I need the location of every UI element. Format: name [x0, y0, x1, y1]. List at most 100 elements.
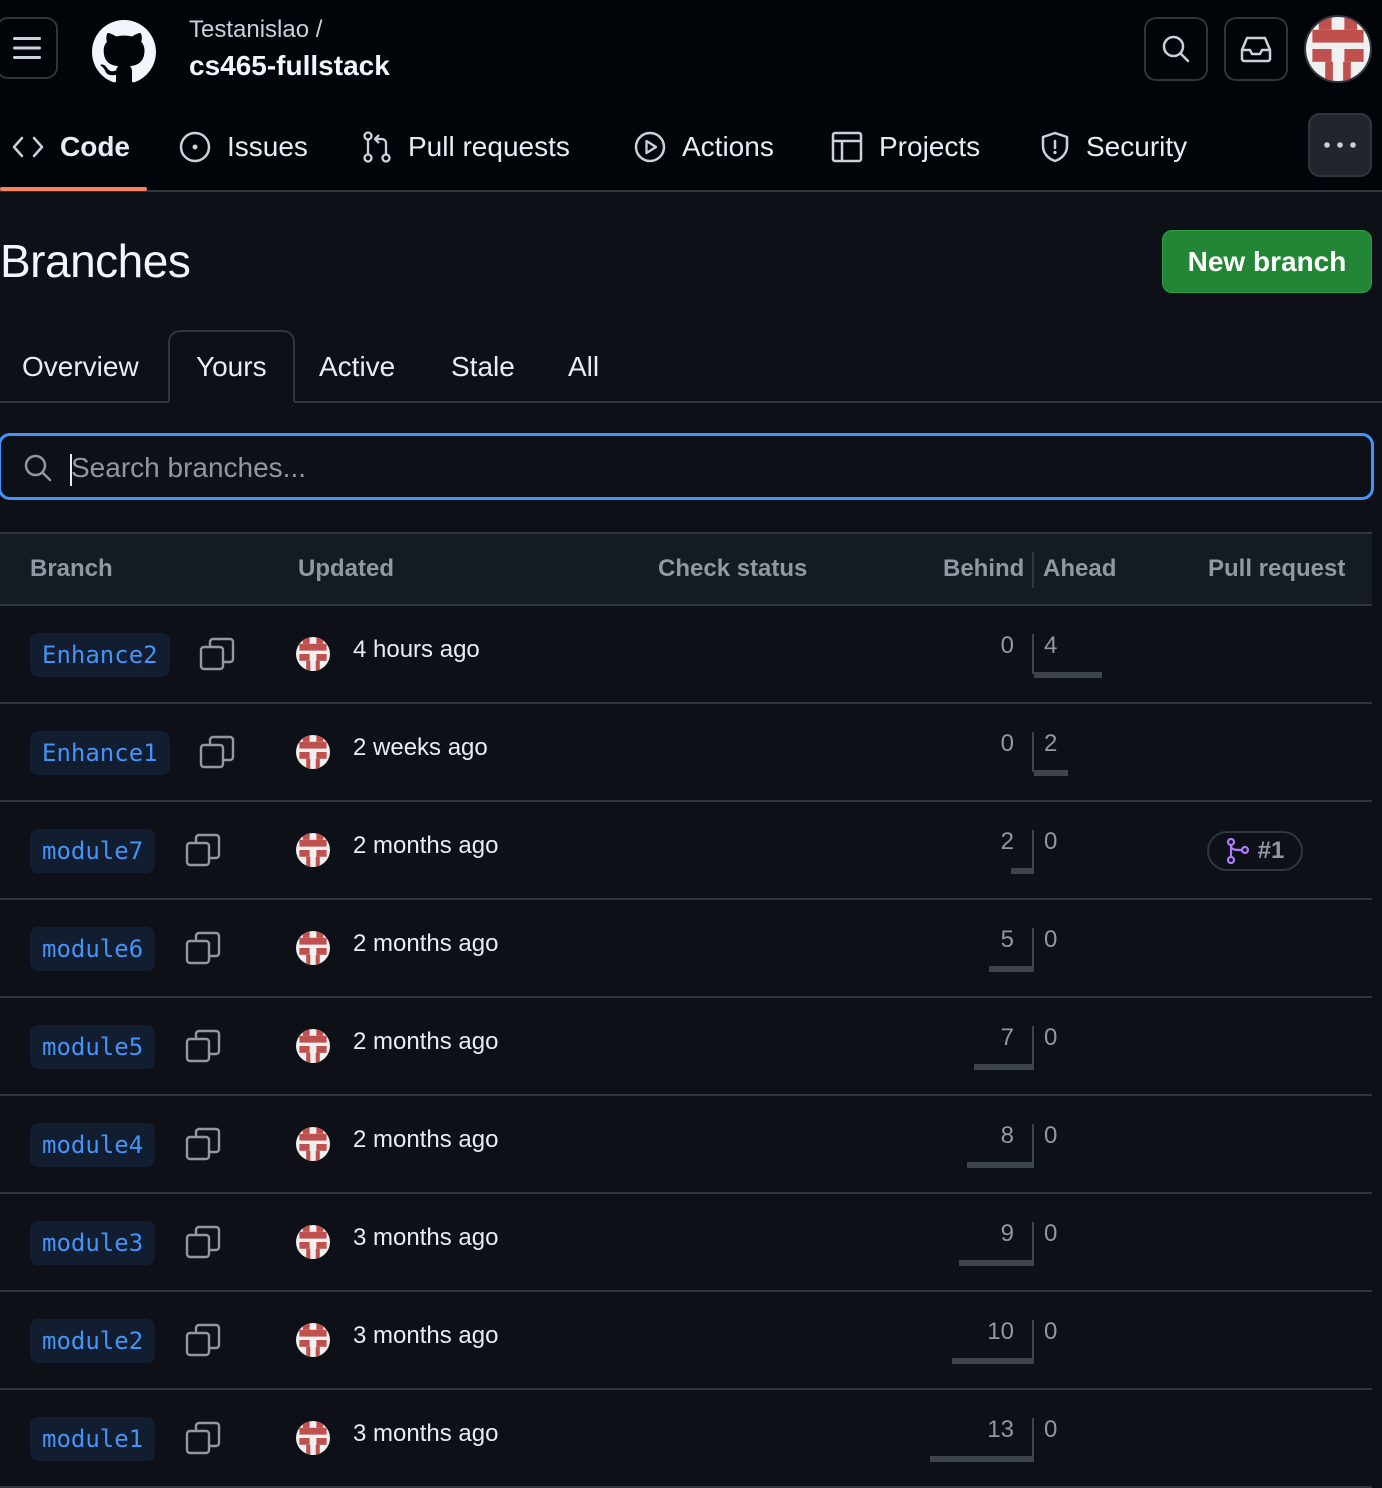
copy-icon[interactable]: [199, 735, 235, 771]
behind-count: 13: [987, 1416, 1014, 1443]
ahead-bar: [1034, 770, 1068, 776]
updated-time: 2 months ago: [353, 832, 499, 859]
ahead-count: 0: [1044, 1024, 1058, 1051]
tab-overview[interactable]: Overview: [0, 330, 165, 403]
avatar[interactable]: [296, 1225, 330, 1259]
inbox-button[interactable]: [1224, 17, 1288, 81]
ahead-count: 0: [1044, 1122, 1058, 1149]
avatar[interactable]: [296, 1421, 330, 1455]
table-row: module6 2 months ago 5 0: [0, 900, 1372, 998]
column-header-pull-request: Pull request: [1208, 555, 1346, 582]
updated-time: 2 weeks ago: [353, 734, 488, 761]
tab-yours[interactable]: Yours: [168, 330, 295, 403]
ahead-count: 0: [1044, 828, 1058, 855]
github-logo-icon[interactable]: [92, 20, 156, 84]
copy-icon[interactable]: [199, 637, 235, 673]
branches-table: Branch Updated Check status Behind Ahead…: [0, 532, 1372, 1488]
copy-icon[interactable]: [185, 1323, 221, 1359]
behind-count: 2: [1000, 828, 1014, 855]
branch-name-link[interactable]: module2: [30, 1319, 156, 1363]
tab-actions[interactable]: Actions: [634, 112, 774, 182]
tab-projects-label: Projects: [879, 131, 981, 162]
ahead-count: 0: [1044, 1318, 1058, 1345]
behind-ahead-divider: [1032, 1418, 1034, 1458]
tab-pull-requests[interactable]: Pull requests: [362, 112, 570, 182]
menu-button[interactable]: [0, 17, 58, 79]
branch-name-link[interactable]: module7: [30, 829, 156, 873]
behind-bar: [952, 1358, 1034, 1364]
branch-name-link[interactable]: module5: [30, 1025, 156, 1069]
repo-owner-link[interactable]: Testanislao /: [189, 16, 322, 44]
copy-icon[interactable]: [185, 833, 221, 869]
branch-name-link[interactable]: module3: [30, 1221, 156, 1265]
repo-nav: Code Issues Pull requests Actions Projec…: [0, 112, 1382, 192]
behind-bar: [930, 1456, 1034, 1462]
avatar[interactable]: [296, 1127, 330, 1161]
tab-actions-label: Actions: [682, 131, 774, 162]
tab-all[interactable]: All: [542, 330, 625, 403]
table-row: module5 2 months ago 7 0: [0, 998, 1372, 1096]
ahead-count: 0: [1044, 1220, 1058, 1247]
more-nav-button[interactable]: [1308, 113, 1372, 177]
new-branch-button[interactable]: New branch: [1162, 230, 1372, 293]
active-tab-underline: [0, 187, 147, 191]
git-pull-request-icon: [1226, 838, 1250, 864]
behind-ahead-divider: [1032, 1320, 1034, 1360]
git-pull-request-icon: [363, 131, 391, 163]
branch-name-link[interactable]: module4: [30, 1123, 156, 1167]
branch-name-link[interactable]: Enhance2: [30, 633, 170, 677]
tab-projects[interactable]: Projects: [831, 112, 980, 182]
behind-count: 10: [987, 1318, 1014, 1345]
copy-icon[interactable]: [185, 931, 221, 967]
text-caret: [70, 454, 72, 486]
column-header-ahead: Ahead: [1043, 555, 1117, 582]
tab-issues[interactable]: Issues: [179, 112, 308, 182]
behind-count: 5: [1000, 926, 1014, 953]
avatar[interactable]: [296, 931, 330, 965]
tab-code[interactable]: Code: [12, 112, 130, 182]
avatar[interactable]: [296, 1323, 330, 1357]
ahead-count: 4: [1044, 632, 1058, 659]
pull-request-badge[interactable]: #1: [1207, 831, 1303, 871]
page-title: Branches: [0, 235, 191, 287]
updated-time: 3 months ago: [353, 1224, 499, 1251]
table-row: module1 3 months ago 13 0: [0, 1390, 1372, 1488]
table-row: module3 3 months ago 9 0: [0, 1194, 1372, 1292]
copy-icon[interactable]: [185, 1421, 221, 1457]
avatar[interactable]: [296, 1029, 330, 1063]
tab-security[interactable]: Security: [1040, 112, 1187, 182]
table-row: module2 3 months ago 10 0: [0, 1292, 1372, 1390]
branch-name-link[interactable]: module1: [30, 1417, 156, 1461]
branch-name-link[interactable]: Enhance1: [30, 731, 170, 775]
behind-ahead-divider: [1032, 928, 1034, 968]
tab-security-label: Security: [1086, 131, 1188, 162]
search-input[interactable]: [69, 444, 1353, 492]
behind-count: 8: [1000, 1122, 1014, 1149]
copy-icon[interactable]: [185, 1225, 221, 1261]
app-header: Testanislao / cs465-fullstack Code Issue…: [0, 0, 1382, 192]
behind-ahead-divider: [1032, 1124, 1034, 1164]
tab-stale[interactable]: Stale: [425, 330, 541, 403]
branch-name-link[interactable]: module6: [30, 927, 156, 971]
avatar[interactable]: [296, 637, 330, 671]
tab-active[interactable]: Active: [293, 330, 421, 403]
repo-name-link[interactable]: cs465-fullstack: [189, 50, 390, 82]
copy-icon[interactable]: [185, 1029, 221, 1065]
updated-time: 2 months ago: [353, 1126, 499, 1153]
kebab-horizontal-icon: [1324, 142, 1356, 148]
behind-bar: [959, 1260, 1034, 1266]
table-row: Enhance2 4 hours ago 0 4: [0, 606, 1372, 704]
identicon-icon: [1306, 17, 1370, 81]
avatar[interactable]: [296, 833, 330, 867]
user-avatar[interactable]: [1304, 15, 1372, 83]
behind-count: 0: [1000, 632, 1014, 659]
updated-time: 2 months ago: [353, 1028, 499, 1055]
behind-count: 9: [1000, 1220, 1014, 1247]
search-button[interactable]: [1144, 17, 1208, 81]
updated-time: 3 months ago: [353, 1420, 499, 1447]
table-row: module7 2 months ago 2 0 #1: [0, 802, 1372, 900]
avatar[interactable]: [296, 735, 330, 769]
tab-code-label: Code: [60, 131, 130, 162]
behind-ahead-divider: [1032, 1222, 1034, 1262]
copy-icon[interactable]: [185, 1127, 221, 1163]
